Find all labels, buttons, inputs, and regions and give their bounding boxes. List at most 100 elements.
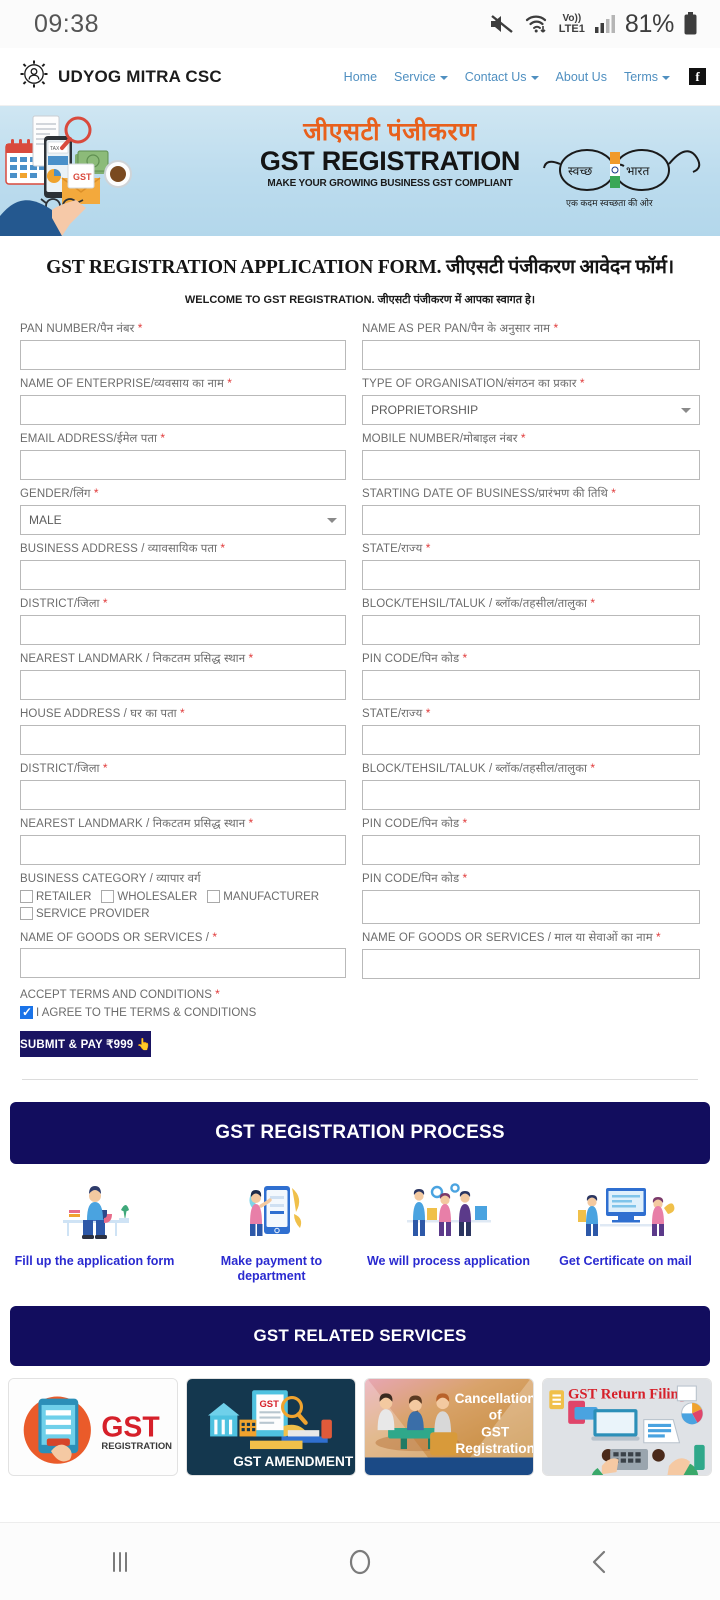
email-address-input[interactable] bbox=[20, 450, 346, 480]
field-label: NAME OF GOODS OR SERVICES / माल या सेवाओ… bbox=[362, 930, 661, 944]
required-mark: * bbox=[425, 706, 431, 720]
facebook-icon[interactable]: f bbox=[689, 68, 706, 85]
status-bar: 09:38 Vo)) LTE1 81% bbox=[0, 0, 720, 48]
field-label: NAME AS PER PAN/पैन के अनुसार नाम * bbox=[362, 321, 559, 335]
field-label: STARTING DATE OF BUSINESS/प्रारंभण की ति… bbox=[362, 486, 617, 500]
type-of-organisation-select[interactable]: PROPRIETORSHIP bbox=[362, 395, 700, 425]
field-business-block: BLOCK/TEHSIL/TALUK / ब्लॉक/तहसील/तालुका … bbox=[362, 596, 700, 645]
business-landmark-input[interactable] bbox=[20, 670, 346, 700]
nav-label: About Us bbox=[555, 69, 607, 84]
pan-number-input[interactable] bbox=[20, 340, 346, 370]
required-mark: * bbox=[102, 761, 108, 775]
recents-button[interactable] bbox=[80, 1537, 160, 1587]
field-business-category: BUSINESS CATEGORY / व्यापार वर्ग RETAILE… bbox=[8, 871, 346, 924]
required-mark: * bbox=[102, 596, 108, 610]
process-step: Fill up the application form bbox=[6, 1178, 183, 1284]
gst-return-filing-card[interactable]: GST Return Filing bbox=[542, 1378, 712, 1476]
category-service-provider[interactable]: SERVICE PROVIDER bbox=[20, 907, 150, 920]
svg-text:भारत: भारत bbox=[626, 164, 650, 178]
gst-amendment-card[interactable]: GST GST AMENDMENT bbox=[186, 1378, 356, 1476]
category-retailer[interactable]: RETAILER bbox=[20, 890, 91, 903]
phone-screen: 09:38 Vo)) LTE1 81% UDYOG MITRA CSC Home… bbox=[0, 0, 720, 1600]
goods-or-services-left-input[interactable] bbox=[20, 948, 346, 978]
business-state-input[interactable] bbox=[362, 560, 700, 590]
field-label: NAME OF GOODS OR SERVICES / * bbox=[20, 930, 218, 944]
field-name-of-enterprise: NAME OF ENTERPRISE/व्यवसाय का नाम * bbox=[8, 376, 346, 425]
required-mark: * bbox=[590, 596, 596, 610]
business-pin-code-input[interactable] bbox=[362, 670, 700, 700]
nav-item-about-us[interactable]: About Us bbox=[556, 70, 607, 84]
nav-item-contact-us[interactable]: Contact Us bbox=[465, 70, 539, 84]
category-label: SERVICE PROVIDER bbox=[36, 907, 150, 920]
house-landmark-input[interactable] bbox=[20, 835, 346, 865]
name-as-per-pan-input[interactable] bbox=[362, 340, 700, 370]
required-mark: * bbox=[180, 706, 185, 720]
required-mark: * bbox=[160, 431, 166, 445]
site-header: UDYOG MITRA CSC Home Service Contact Us … bbox=[0, 48, 720, 106]
terms-label: ACCEPT TERMS AND CONDITIONS * bbox=[20, 987, 220, 1001]
checkbox-icon[interactable] bbox=[20, 907, 33, 920]
nav-item-home[interactable]: Home bbox=[344, 70, 377, 84]
terms-checkbox-row[interactable]: I AGREE TO THE TERMS & CONDITIONS bbox=[20, 1005, 700, 1019]
chevron-down-icon bbox=[681, 407, 691, 413]
field-business-landmark: NEAREST LANDMARK / निकटतम प्रसिद्ध स्थान… bbox=[8, 651, 346, 700]
starting-date-of-business-input[interactable] bbox=[362, 505, 700, 535]
category-manufacturer[interactable]: MANUFACTURER bbox=[207, 890, 319, 903]
field-business-state: STATE/राज्य * bbox=[362, 541, 700, 590]
house-block-input[interactable] bbox=[362, 780, 700, 810]
gst-registration-card[interactable]: GST REGISTRATION bbox=[8, 1378, 178, 1476]
checkbox-icon[interactable] bbox=[20, 890, 33, 903]
field-label: BLOCK/TEHSIL/TALUK / ब्लॉक/तहसील/तालुका … bbox=[362, 596, 596, 610]
nav-label: Service bbox=[394, 69, 436, 84]
checkbox-icon[interactable] bbox=[101, 890, 115, 903]
field-label: DISTRICT/जिला * bbox=[20, 596, 108, 610]
status-time: 09:38 bbox=[34, 9, 100, 38]
required-mark: * bbox=[579, 376, 585, 390]
mobile-number-input[interactable] bbox=[362, 450, 700, 480]
back-button[interactable] bbox=[560, 1537, 640, 1587]
page-title: GST REGISTRATION APPLICATION FORM. जीएसट… bbox=[46, 257, 674, 278]
goods-or-services-right-input[interactable] bbox=[362, 949, 700, 979]
business-address-input[interactable] bbox=[20, 560, 346, 590]
extra-pin-code-input[interactable] bbox=[362, 890, 700, 924]
field-label: PIN CODE/पिन कोड * bbox=[362, 816, 468, 830]
svg-text:GST: GST bbox=[259, 1399, 279, 1410]
field-extra-pin-code: PIN CODE/पिन कोड * bbox=[362, 871, 700, 924]
mobile-payment-icon bbox=[183, 1178, 360, 1242]
nav-item-service[interactable]: Service bbox=[394, 70, 448, 84]
house-pin-code-input[interactable] bbox=[362, 835, 700, 865]
house-district-input[interactable] bbox=[20, 780, 346, 810]
gender-select[interactable]: MALE bbox=[20, 505, 346, 535]
gst-cancellation-card[interactable]: Cancellation of GST Registration bbox=[364, 1378, 534, 1476]
gst-related-services-heading: GST RELATED SERVICES bbox=[10, 1306, 710, 1366]
house-address-input[interactable] bbox=[20, 725, 346, 755]
name-of-enterprise-input[interactable] bbox=[20, 395, 346, 425]
field-label: STATE/राज्य * bbox=[362, 706, 431, 720]
section-divider bbox=[22, 1079, 698, 1080]
nav-item-terms[interactable]: Terms bbox=[624, 70, 670, 84]
home-button[interactable] bbox=[320, 1537, 400, 1587]
business-district-input[interactable] bbox=[20, 615, 346, 645]
gst-return-filing-image: GST Return Filing bbox=[543, 1379, 711, 1475]
services-cards: GST REGISTRATION GST GST AMENDMENT Cance… bbox=[0, 1366, 720, 1476]
nav-label: Terms bbox=[623, 69, 658, 84]
field-pan-number: PAN NUMBER/पैन नंबर * bbox=[8, 321, 346, 370]
checkbox-icon[interactable] bbox=[207, 890, 221, 903]
field-house-landmark: NEAREST LANDMARK / निकटतम प्रसिद्ध स्थान… bbox=[8, 816, 346, 865]
volte-icon: Vo)) LTE1 bbox=[559, 14, 585, 34]
android-navigation-bar bbox=[0, 1522, 720, 1600]
field-starting-date-of-business: STARTING DATE OF BUSINESS/प्रारंभण की ति… bbox=[362, 486, 700, 535]
banner-subtitle: MAKE YOUR GROWING BUSINESS GST COMPLIANT bbox=[267, 178, 513, 190]
field-business-address: BUSINESS ADDRESS / व्यावसायिक पता * bbox=[8, 541, 346, 590]
business-block-input[interactable] bbox=[362, 615, 700, 645]
field-mobile-number: MOBILE NUMBER/मोबाइल नंबर * bbox=[362, 431, 700, 480]
brand[interactable]: UDYOG MITRA CSC bbox=[20, 60, 222, 93]
required-mark: * bbox=[462, 816, 468, 830]
required-mark: * bbox=[425, 541, 431, 555]
terms-checkbox-label: I AGREE TO THE TERMS & CONDITIONS bbox=[36, 1006, 257, 1019]
submit-and-pay-button[interactable]: SUBMIT & PAY ₹999 👆 bbox=[20, 1031, 152, 1057]
house-state-input[interactable] bbox=[362, 725, 700, 755]
category-wholesaler[interactable]: WHOLESALER bbox=[101, 890, 197, 903]
page-content: GST REGISTRATION APPLICATION FORM. जीएसट… bbox=[0, 236, 720, 1522]
terms-checkbox-icon[interactable] bbox=[20, 1005, 33, 1019]
